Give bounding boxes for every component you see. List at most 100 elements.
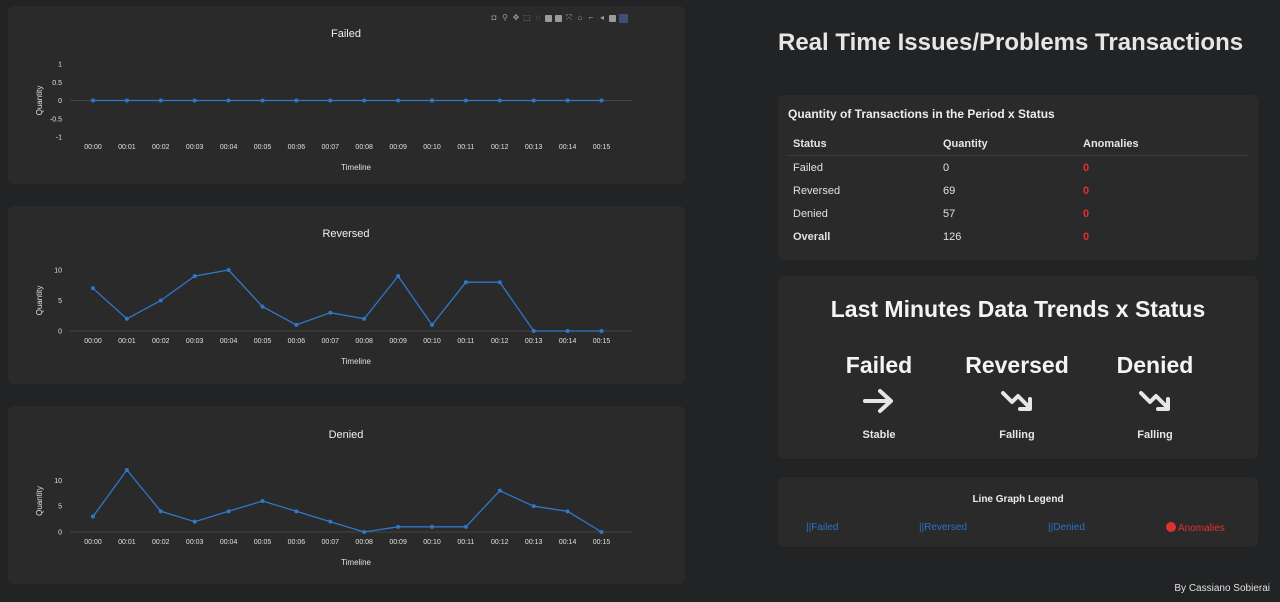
data-point[interactable] xyxy=(91,514,95,519)
data-point[interactable] xyxy=(599,329,604,333)
data-point[interactable] xyxy=(158,98,163,103)
trend-name: Failed xyxy=(845,352,913,378)
data-point[interactable] xyxy=(362,530,367,534)
zoom-icon[interactable]: ⚲ xyxy=(501,14,509,22)
quantity-cell: 0 xyxy=(943,161,950,174)
legend-label: Denied xyxy=(1053,522,1085,533)
failed-chart-panel: Failed 1 0.5 0 -0.5 -1 00:00 00:01 00:02 00:03 00:… xyxy=(8,6,685,184)
data-point[interactable] xyxy=(124,98,129,103)
x-tick-label: 00:05 xyxy=(254,539,272,546)
x-tick-label: 00:01 xyxy=(118,338,136,345)
data-point[interactable] xyxy=(226,509,231,514)
x-tick-label: 00:00 xyxy=(84,144,102,151)
plotly-logo-icon[interactable] xyxy=(619,13,628,23)
data-point[interactable] xyxy=(294,509,299,514)
legend-label: Failed xyxy=(811,522,839,533)
x-tick-label: 00:03 xyxy=(186,539,204,546)
data-point[interactable] xyxy=(158,298,163,303)
data-point[interactable] xyxy=(531,504,536,509)
table-row-overall: Overall 126 0 xyxy=(788,225,1248,248)
data-point[interactable] xyxy=(565,509,570,514)
data-point[interactable] xyxy=(531,98,536,103)
data-point[interactable] xyxy=(91,98,95,103)
hover-closest-icon[interactable]: ◂ xyxy=(598,14,606,22)
data-point[interactable] xyxy=(328,310,333,315)
quantity-cell: 57 xyxy=(943,207,956,220)
data-point[interactable] xyxy=(294,98,299,103)
data-point[interactable] xyxy=(497,488,502,493)
data-point[interactable] xyxy=(328,98,333,103)
data-point[interactable] xyxy=(192,519,197,524)
data-point[interactable] xyxy=(599,98,604,103)
trend-status: Falling xyxy=(999,429,1035,441)
failed-line-chart[interactable]: Failed 1 0.5 0 -0.5 -1 00:00 00:01 00:02 00:03 00:… xyxy=(8,6,685,184)
x-tick-label: 00:07 xyxy=(322,539,340,546)
zoom-in-icon[interactable] xyxy=(545,14,552,22)
data-point[interactable] xyxy=(565,98,570,103)
lasso-icon[interactable]: ◌ xyxy=(534,14,542,22)
data-point[interactable] xyxy=(463,98,468,103)
y-tick-label: 10 xyxy=(54,268,62,275)
transactions-table-card: Quantity of Transactions in the Period x… xyxy=(778,95,1258,260)
x-tick-label: 00:01 xyxy=(118,539,136,546)
reset-axes-icon[interactable]: ⌂ xyxy=(576,14,584,22)
data-point[interactable] xyxy=(396,98,401,103)
y-axis-label: Quantity xyxy=(35,286,44,316)
data-point[interactable] xyxy=(192,98,197,103)
data-point[interactable] xyxy=(497,98,502,103)
data-point[interactable] xyxy=(497,280,502,285)
hover-compare-icon[interactable] xyxy=(609,14,616,22)
data-point[interactable] xyxy=(531,329,536,333)
data-point[interactable] xyxy=(565,329,570,333)
data-point[interactable] xyxy=(396,274,401,279)
reversed-line-chart[interactable]: Reversed 10 5 0 00:00 00:01 00:02 00:03 00:04 00:… xyxy=(8,206,685,384)
data-point[interactable] xyxy=(226,98,231,103)
data-point[interactable] xyxy=(158,509,163,514)
data-point[interactable] xyxy=(430,322,434,327)
data-point[interactable] xyxy=(430,524,434,529)
data-point[interactable] xyxy=(599,530,604,534)
data-point[interactable] xyxy=(294,322,299,327)
data-point[interactable] xyxy=(124,468,129,472)
data-point[interactable] xyxy=(396,524,401,529)
x-tick-label: 00:13 xyxy=(525,338,543,345)
x-tick-label: 00:11 xyxy=(457,338,474,345)
y-tick-label: 0.5 xyxy=(52,80,62,87)
data-point[interactable] xyxy=(124,316,129,321)
data-point[interactable] xyxy=(362,98,367,103)
box-select-icon[interactable]: ⬚ xyxy=(523,14,531,22)
legend-title: Line Graph Legend xyxy=(972,494,1064,505)
data-point[interactable] xyxy=(362,316,367,321)
data-point[interactable] xyxy=(260,499,265,503)
data-point[interactable] xyxy=(328,519,333,524)
legend-card: Line Graph Legend ||Failed ||Reversed ||… xyxy=(778,477,1258,547)
x-tick-label: 00:15 xyxy=(593,338,611,345)
pan-icon[interactable]: ✥ xyxy=(512,14,520,22)
data-point[interactable] xyxy=(91,286,95,291)
x-tick-label: 00:09 xyxy=(389,144,407,151)
spike-lines-icon[interactable]: ⌐ xyxy=(587,14,595,22)
data-point[interactable] xyxy=(463,280,468,285)
x-tick-label: 00:03 xyxy=(186,338,204,345)
camera-icon[interactable]: ◘ xyxy=(490,14,498,22)
denied-line-chart[interactable]: Denied 10 5 0 00:00 00:01 00:02 00:03 00:04 00:05… xyxy=(8,406,685,584)
x-tick-label: 00:11 xyxy=(457,539,474,546)
table-row: Denied 57 0 xyxy=(788,202,1248,225)
data-point[interactable] xyxy=(260,98,265,103)
x-tick-label: 00:13 xyxy=(525,539,543,546)
x-tick-label: 00:00 xyxy=(84,338,102,345)
x-tick-label: 00:12 xyxy=(491,338,509,345)
data-point[interactable] xyxy=(260,304,265,309)
data-point[interactable] xyxy=(226,268,231,272)
x-tick-label: 00:06 xyxy=(288,338,306,345)
x-tick-label: 00:14 xyxy=(559,144,577,151)
data-point[interactable] xyxy=(463,524,468,529)
trending-down-icon xyxy=(1001,391,1032,411)
data-point[interactable] xyxy=(192,274,197,279)
zoom-out-icon[interactable] xyxy=(555,14,562,22)
x-tick-label: 00:04 xyxy=(220,144,238,151)
autoscale-icon[interactable]: ⤧ xyxy=(565,14,573,22)
y-axis-label: Quantity xyxy=(35,86,44,116)
x-tick-label: 00:08 xyxy=(355,539,373,546)
data-point[interactable] xyxy=(430,98,434,103)
